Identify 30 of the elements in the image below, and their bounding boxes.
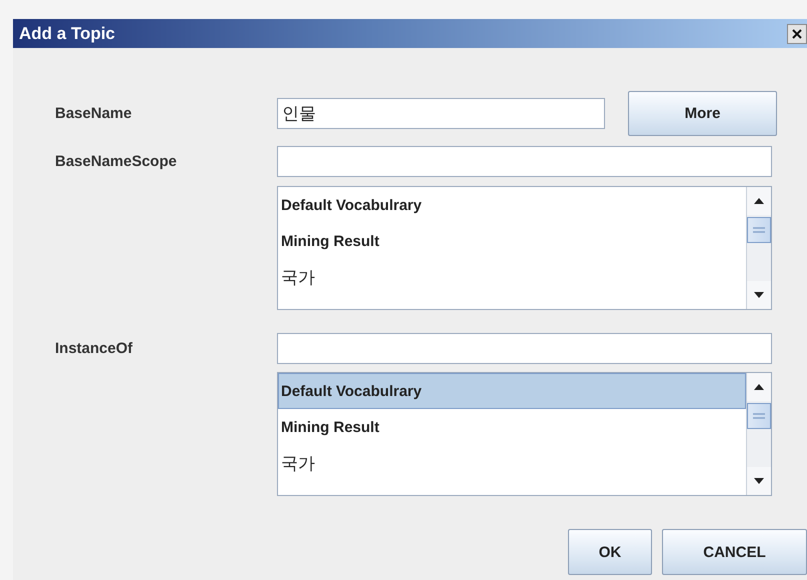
up-arrow-icon xyxy=(754,384,764,390)
scroll-up-button[interactable] xyxy=(747,373,771,401)
input-field[interactable] xyxy=(277,146,772,177)
grip-icon xyxy=(753,413,765,419)
field-label: BaseName xyxy=(55,105,133,122)
down-arrow-icon xyxy=(754,292,764,298)
scrollbar-thumb[interactable] xyxy=(747,403,771,429)
up-arrow-icon xyxy=(754,198,764,204)
more-button[interactable]: More xyxy=(628,91,777,136)
ok-button[interactable]: OK xyxy=(568,529,652,575)
input-field[interactable] xyxy=(277,333,772,364)
window-title: Add a Topic xyxy=(19,24,116,44)
list-item[interactable]: 국가 xyxy=(278,445,746,481)
cancel-button[interactable]: CANCEL xyxy=(662,529,807,575)
scroll-down-button[interactable] xyxy=(747,467,771,495)
list-item[interactable]: 국가 xyxy=(278,259,746,295)
scroll-down-button[interactable] xyxy=(747,281,771,309)
list-item[interactable]: Mining Result xyxy=(278,223,746,259)
close-icon xyxy=(792,28,802,38)
input-field[interactable]: 인물 xyxy=(277,98,605,129)
field-label: InstanceOf xyxy=(55,340,134,357)
list-item[interactable]: Mining Result xyxy=(278,409,746,445)
list-item[interactable]: Default Vocabulrary xyxy=(278,373,746,409)
grip-icon xyxy=(753,227,765,233)
down-arrow-icon xyxy=(754,478,764,484)
field-label: BaseNameScope xyxy=(55,153,178,170)
scrollbar-thumb[interactable] xyxy=(747,217,771,243)
close-button[interactable] xyxy=(787,24,807,44)
scroll-up-button[interactable] xyxy=(747,187,771,215)
list-item[interactable]: Default Vocabulrary xyxy=(278,187,746,223)
